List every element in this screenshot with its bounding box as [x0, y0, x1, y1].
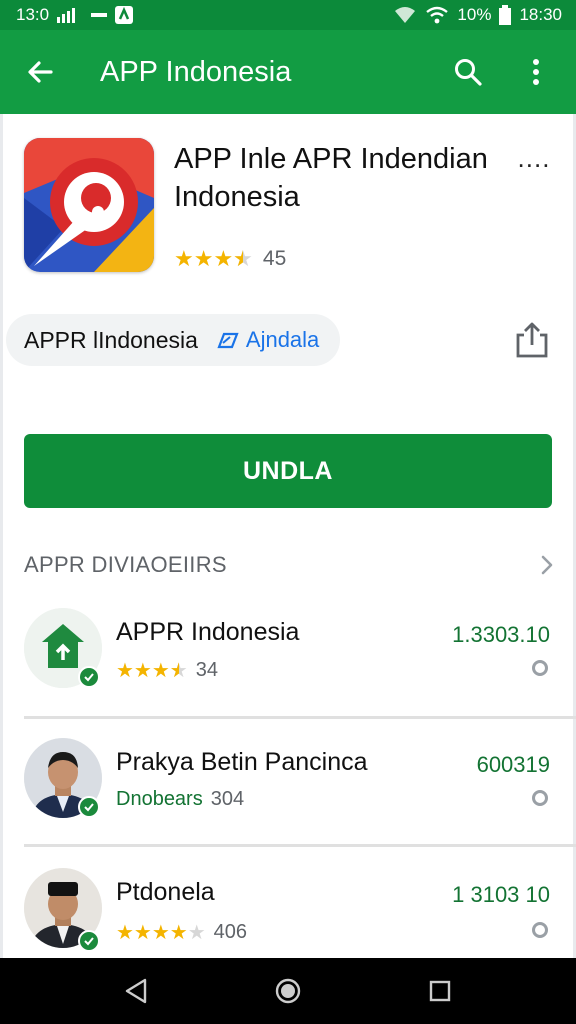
section-title: APPR DIVIAOEIIRS	[24, 552, 227, 577]
more-vert-icon	[533, 59, 539, 85]
item-rating-count: 406	[213, 921, 248, 943]
share-icon	[516, 322, 548, 358]
minus-icon	[91, 7, 108, 23]
verified-badge-icon	[78, 796, 100, 818]
app-bar-title: APP Indonesia	[100, 55, 292, 88]
section-header[interactable]: APPR DIVIAOEIIRS	[24, 550, 554, 580]
triangle-back-icon	[125, 978, 147, 1004]
square-recents-icon	[429, 980, 451, 1002]
item-name: APPR Indonesia	[116, 618, 300, 646]
list-item[interactable]: Ptdonela ★★★★★ 406 1 3103 10	[0, 858, 576, 958]
developer-link-label: Ajndala	[245, 327, 320, 352]
main-content: APP Inle APR Indendian Indonesia .... ★★…	[0, 114, 576, 958]
app-name: APP Inle APR Indendian Indonesia	[174, 143, 488, 213]
battery-percent: 10%	[457, 5, 492, 24]
nav-home-button[interactable]	[268, 971, 308, 1011]
share-button[interactable]	[512, 318, 552, 362]
divider	[24, 844, 576, 847]
app-bar: APP Indonesia	[0, 30, 576, 114]
nav-back-button[interactable]	[116, 971, 156, 1011]
list-item[interactable]: APPR Indonesia ★★★★★ 34 1.3303.10	[0, 600, 576, 720]
item-rating: ★★★★★ 34	[116, 658, 218, 683]
developer-row: APPR lIndonesia Ajndala	[0, 314, 576, 366]
item-status-dot-icon	[532, 922, 548, 938]
divider	[24, 716, 576, 719]
wifi-icon	[425, 6, 449, 24]
list-item[interactable]: Prakya Betin Pancinca Dnobears 304 60031…	[0, 730, 576, 850]
item-status-dot-icon	[532, 790, 548, 806]
item-subline: Dnobears 304	[116, 788, 244, 811]
app-header: APP Inle APR Indendian Indonesia .... ★★…	[24, 138, 554, 278]
overflow-menu-button[interactable]	[496, 30, 576, 114]
edit-icon	[217, 332, 239, 349]
developer-chip[interactable]: APPR lIndonesia Ajndala	[6, 314, 340, 366]
item-name: Prakya Betin Pancinca	[116, 748, 368, 776]
search-button[interactable]	[440, 30, 496, 114]
item-rating-stars: ★★★★★	[116, 660, 188, 682]
item-rating-stars: ★★★★★	[116, 922, 206, 944]
signal-icon	[57, 7, 83, 23]
status-time-right: 18:30	[519, 5, 562, 24]
rating-stars: ★★★★★	[174, 246, 253, 271]
status-time-left: 13:0	[16, 5, 50, 24]
chevron-right-icon[interactable]	[540, 554, 554, 576]
verified-badge-icon	[78, 666, 100, 688]
arrow-back-icon	[28, 61, 53, 83]
notification-app-icon	[115, 6, 134, 24]
rating-count: 45	[262, 247, 287, 270]
install-button[interactable]: UNDLA	[24, 434, 552, 508]
circle-home-icon	[275, 978, 301, 1004]
system-nav-bar	[0, 958, 576, 1024]
nav-recents-button[interactable]	[420, 971, 460, 1011]
item-rating-count: 34	[195, 659, 218, 681]
app-logo-icon[interactable]	[24, 138, 154, 272]
back-button[interactable]	[0, 30, 80, 114]
more-options-button[interactable]: ....	[514, 145, 554, 178]
item-value: 600319	[476, 752, 550, 777]
item-status-dot-icon	[532, 660, 548, 676]
item-count: 304	[210, 788, 245, 810]
developer-link[interactable]: Ajndala	[216, 327, 319, 353]
item-name: Ptdonela	[116, 878, 215, 906]
wifi-off-icon	[393, 6, 417, 24]
item-sublabel: Dnobears	[116, 788, 203, 810]
search-icon	[455, 59, 482, 86]
developer-chip-label: APPR lIndonesia	[24, 326, 198, 353]
verified-badge-icon	[78, 930, 100, 952]
item-value: 1 3103 10	[452, 882, 550, 907]
status-bar: 13:0 10% 18:30	[0, 0, 576, 30]
item-value: 1.3303.10	[452, 622, 550, 647]
item-rating: ★★★★★ 406	[116, 920, 247, 945]
app-rating: ★★★★★ 45	[174, 246, 286, 272]
battery-icon	[499, 5, 512, 25]
